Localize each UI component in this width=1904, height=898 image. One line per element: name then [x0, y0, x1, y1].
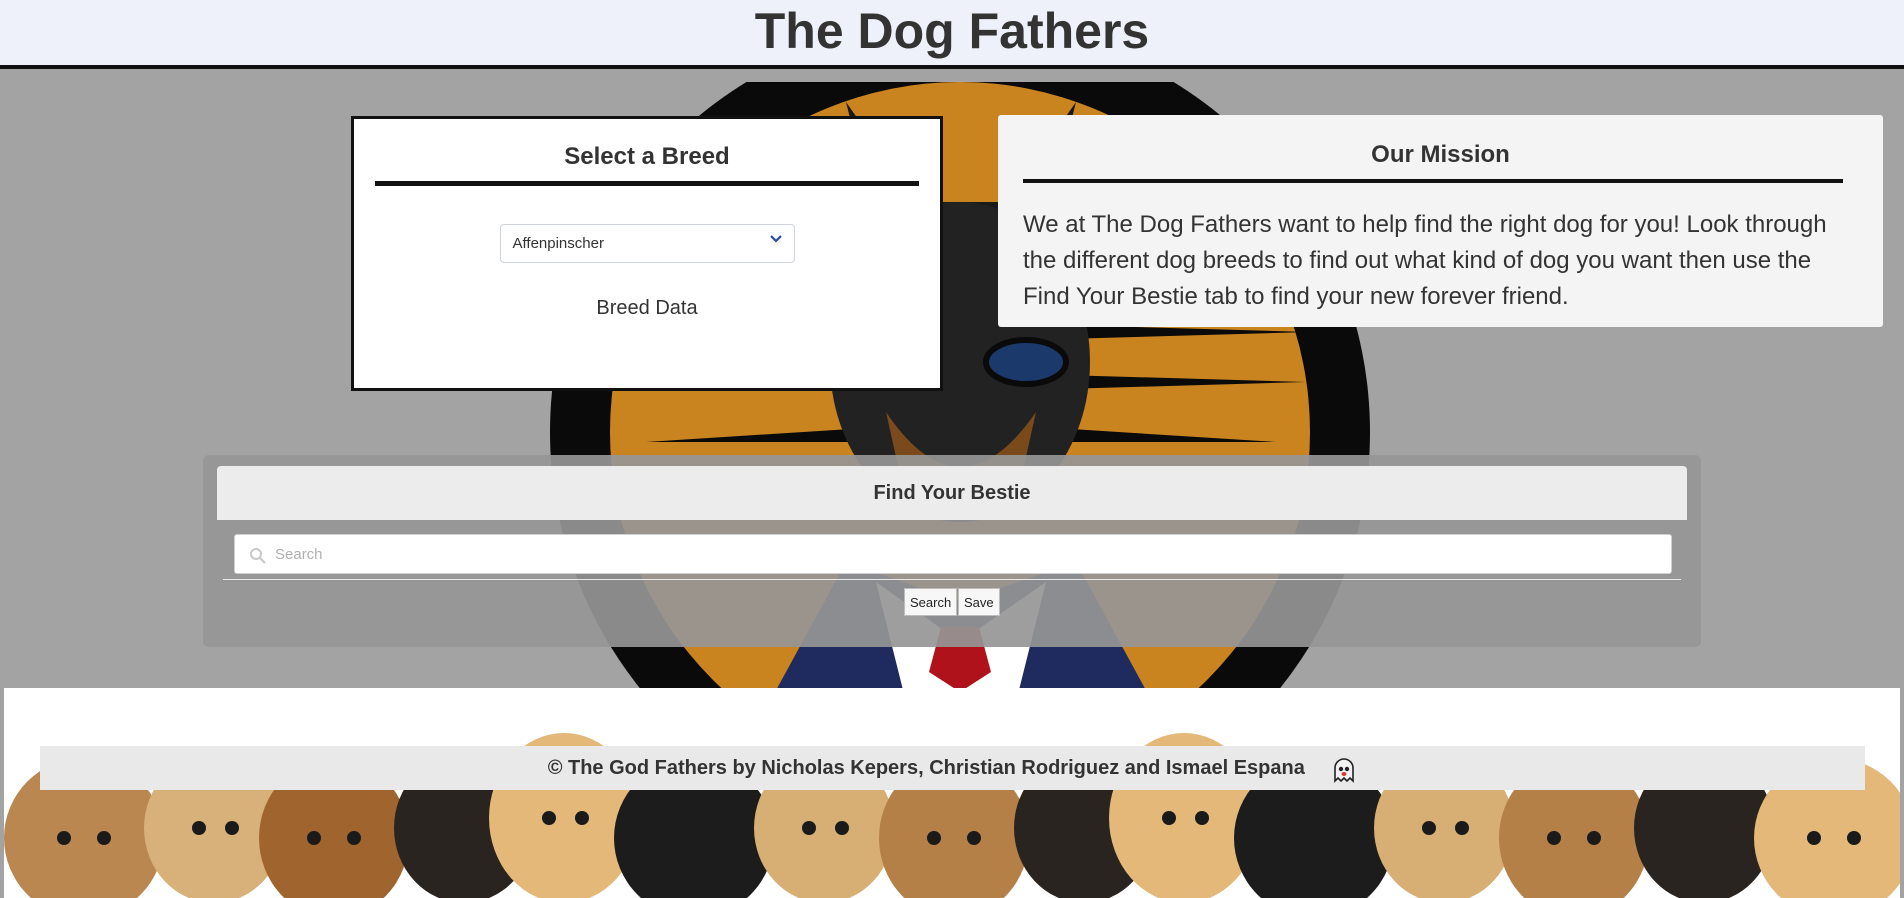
find-bestie-panel: Find Your Bestie Search Save: [203, 455, 1701, 647]
select-breed-title: Select a Breed: [564, 143, 730, 170]
select-breed-panel: Select a Breed Affenpinscher Breed Data: [351, 116, 943, 391]
search-field[interactable]: [234, 534, 1672, 574]
search-input[interactable]: [273, 542, 1657, 566]
breed-select[interactable]: Affenpinscher: [499, 224, 795, 263]
find-bestie-title: Find Your Bestie: [873, 482, 1031, 504]
ghost-icon: [1334, 757, 1355, 783]
title-divider: [1023, 179, 1843, 183]
breed-data-label: Breed Data: [596, 297, 698, 319]
footer: © The God Fathers by Nicholas Kepers, Ch…: [4, 688, 1900, 898]
mission-text: We at The Dog Fathers want to help find …: [1023, 211, 1827, 310]
site-header: The Dog Fathers: [0, 0, 1904, 69]
chevron-down-icon: [769, 235, 782, 243]
search-icon: [250, 548, 266, 564]
footer-credit-text: © The God Fathers by Nicholas Kepers, Ch…: [547, 757, 1305, 779]
footer-credit-bar: © The God Fathers by Nicholas Kepers, Ch…: [40, 746, 1865, 790]
search-divider: [223, 579, 1681, 580]
dogs-banner-image: [4, 733, 1900, 898]
save-button[interactable]: Save: [958, 588, 1000, 616]
mission-title: Our Mission: [1371, 141, 1510, 168]
breed-select-value: Affenpinscher: [512, 235, 604, 252]
find-bestie-header: Find Your Bestie: [217, 466, 1687, 520]
site-title: The Dog Fathers: [754, 3, 1150, 59]
main-area: Select a Breed Affenpinscher Breed Data …: [0, 69, 1904, 688]
search-button[interactable]: Search: [904, 588, 958, 616]
title-divider: [375, 181, 919, 186]
our-mission-panel: Our Mission We at The Dog Fathers want t…: [998, 115, 1883, 327]
